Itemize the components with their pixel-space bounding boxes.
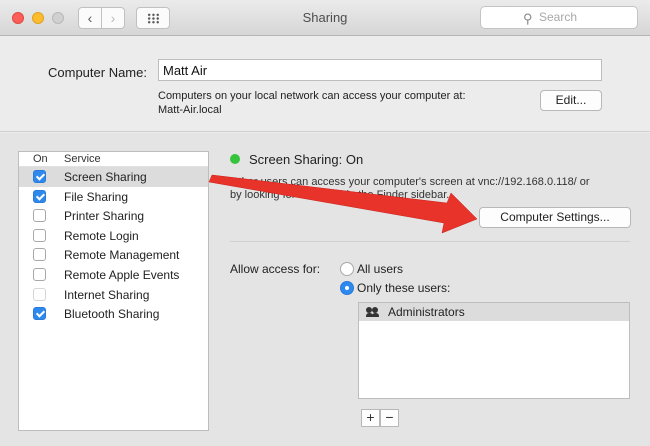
service-label: File Sharing [64, 189, 129, 204]
service-list[interactable]: On Service Screen Sharing File Sharing P… [18, 151, 209, 431]
service-column-header: Service [64, 153, 101, 165]
service-list-header: On Service [19, 152, 208, 167]
printer-sharing-checkbox[interactable] [33, 209, 46, 223]
computer-name-description: Computers on your local network can acce… [158, 89, 466, 117]
search-icon: ⚲ [523, 11, 533, 26]
service-label: Remote Login [64, 228, 139, 243]
computer-name-section: Computer Name: Computers on your local n… [0, 37, 650, 132]
internet-sharing-checkbox[interactable] [33, 287, 46, 301]
remote-apple-events-checkbox[interactable] [33, 267, 46, 281]
service-label: Screen Sharing [64, 170, 147, 184]
service-status-description: Other users can access your computer's s… [230, 176, 590, 202]
computer-name-field[interactable] [158, 59, 602, 81]
search-input[interactable] [539, 10, 629, 24]
divider [230, 241, 630, 242]
search-box[interactable]: ⚲ [480, 6, 638, 29]
services-section: On Service Screen Sharing File Sharing P… [0, 133, 650, 446]
bluetooth-sharing-checkbox[interactable] [33, 307, 46, 321]
service-row-remote-apple-events[interactable]: Remote Apple Events [19, 265, 208, 285]
service-status-title: Screen Sharing: On [249, 152, 364, 167]
on-column-header: On [33, 153, 48, 165]
edit-button[interactable]: Edit... [540, 90, 602, 111]
only-these-users-label[interactable]: Only these users: [357, 281, 450, 295]
list-item[interactable]: Administrators [359, 303, 629, 321]
service-row-file-sharing[interactable]: File Sharing [19, 187, 208, 207]
allow-access-label: Allow access for: [230, 262, 321, 276]
computer-settings-button[interactable]: Computer Settings... [479, 207, 631, 228]
remove-user-button[interactable]: − [380, 409, 399, 427]
service-row-screen-sharing[interactable]: Screen Sharing [19, 167, 208, 187]
title-bar: ‹ › Sharing ⚲ [0, 0, 650, 36]
service-label: Printer Sharing [64, 209, 145, 224]
service-label: Bluetooth Sharing [64, 307, 160, 322]
all-users-radio[interactable] [340, 262, 354, 276]
user-name: Administrators [388, 305, 465, 319]
service-row-bluetooth-sharing[interactable]: Bluetooth Sharing [19, 304, 208, 324]
screen-sharing-checkbox[interactable] [33, 170, 46, 183]
file-sharing-checkbox[interactable] [33, 189, 46, 203]
all-users-label[interactable]: All users [357, 262, 403, 276]
service-row-printer-sharing[interactable]: Printer Sharing [19, 206, 208, 226]
users-list[interactable]: Administrators [358, 302, 630, 399]
group-icon [366, 307, 380, 317]
only-these-users-radio[interactable] [340, 281, 354, 295]
service-row-remote-management[interactable]: Remote Management [19, 245, 208, 265]
service-label: Internet Sharing [64, 287, 150, 302]
service-row-remote-login[interactable]: Remote Login [19, 226, 208, 246]
description-line: Computers on your local network can acce… [158, 90, 466, 102]
local-hostname: Matt-Air.local [158, 104, 222, 116]
service-label: Remote Apple Events [64, 267, 180, 282]
description-line: Other users can access your computer's s… [230, 176, 590, 188]
remote-management-checkbox[interactable] [33, 248, 46, 262]
status-indicator-icon [230, 154, 240, 164]
add-user-button[interactable]: + [361, 409, 380, 427]
computer-name-label: Computer Name: [48, 65, 147, 80]
remote-login-checkbox[interactable] [33, 228, 46, 242]
description-line: by looking for "Matt Air" in the Finder … [230, 189, 450, 201]
service-row-internet-sharing[interactable]: Internet Sharing [19, 285, 208, 305]
service-label: Remote Management [64, 248, 180, 263]
